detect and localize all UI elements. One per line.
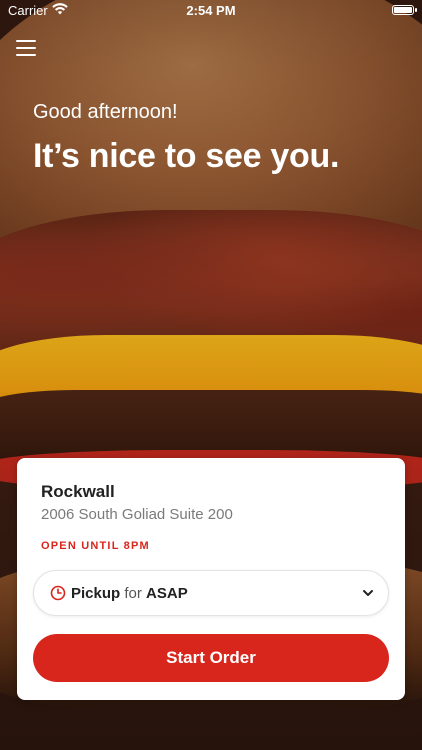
hamburger-menu-icon[interactable] bbox=[16, 40, 36, 56]
store-address: 2006 South Goliad Suite 200 bbox=[41, 506, 233, 523]
greeting-text: Good afternoon! bbox=[33, 101, 178, 123]
order-type-text: Pickup for ASAP bbox=[71, 585, 188, 602]
order-connector: for bbox=[124, 585, 142, 602]
headline-text: It’s nice to see you. bbox=[33, 137, 340, 175]
status-bar: Carrier 2:54 PM bbox=[0, 0, 422, 22]
store-name[interactable]: Rockwall bbox=[41, 482, 115, 502]
order-time: ASAP bbox=[146, 585, 188, 602]
battery-icon bbox=[392, 5, 417, 15]
store-card: Rockwall 2006 South Goliad Suite 200 OPE… bbox=[17, 458, 405, 700]
start-order-button[interactable]: Start Order bbox=[33, 634, 389, 682]
status-time: 2:54 PM bbox=[186, 3, 236, 18]
chevron-down-icon bbox=[363, 590, 373, 596]
order-mode: Pickup bbox=[71, 585, 121, 602]
store-hours-badge: OPEN UNTIL 8PM bbox=[41, 540, 150, 552]
order-type-dropdown[interactable]: Pickup for ASAP bbox=[33, 570, 389, 616]
clock-icon bbox=[50, 585, 66, 601]
